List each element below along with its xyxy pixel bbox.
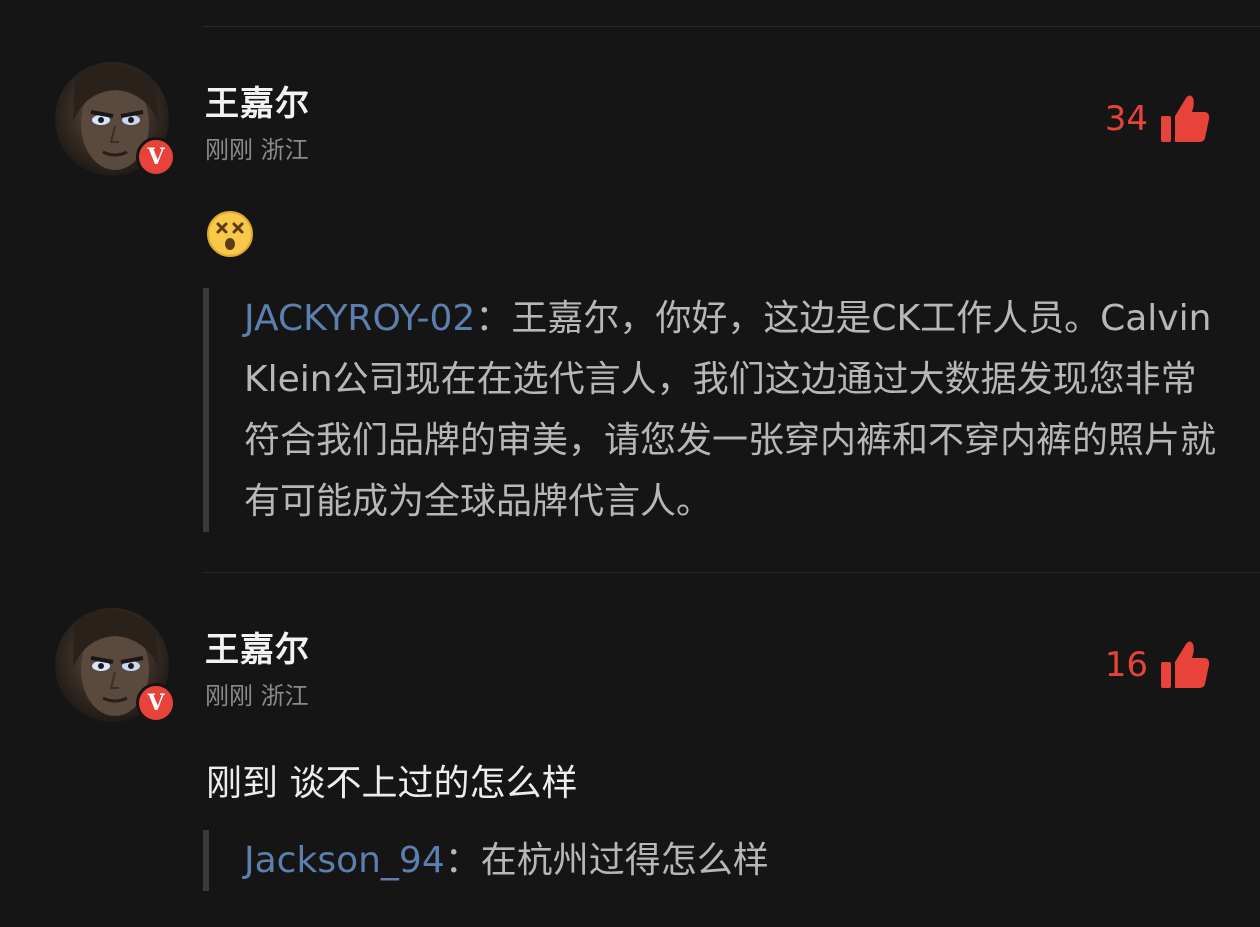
- thumbs-up-icon: [1160, 94, 1210, 144]
- comment-location: 浙江: [260, 682, 309, 710]
- verified-v-badge: V: [136, 137, 176, 177]
- comment-meta: 刚刚 浙江: [205, 676, 309, 711]
- comment-divider: [203, 572, 1260, 573]
- username[interactable]: 王嘉尔: [205, 622, 310, 671]
- like-button[interactable]: 16: [1105, 640, 1210, 690]
- thumbs-up-icon: [1160, 640, 1210, 690]
- comment-body: 刚到 谈不上过的怎么样: [206, 763, 578, 804]
- comment-time: 刚刚: [205, 136, 253, 164]
- verified-v-badge: V: [136, 683, 176, 723]
- like-count: 34: [1104, 99, 1148, 139]
- like-button[interactable]: 34: [1105, 94, 1210, 144]
- dizzy-face-emoji: [206, 210, 254, 258]
- quoted-comment[interactable]: JACKYROY-02：王嘉尔，你好，这边是CK工作人员。Calvin Klei…: [203, 288, 1224, 532]
- comment-time: 刚刚: [205, 682, 253, 710]
- like-count: 16: [1104, 645, 1148, 685]
- quoted-comment[interactable]: Jackson_94：在杭州过得怎么样: [203, 830, 1224, 891]
- quote-separator: ：: [444, 840, 481, 881]
- top-divider: [203, 26, 1260, 27]
- comment-meta: 刚刚 浙江: [205, 130, 309, 165]
- username[interactable]: 王嘉尔: [205, 76, 310, 125]
- quote-separator: ：: [475, 298, 512, 339]
- quoted-username[interactable]: JACKYROY-02: [244, 298, 475, 339]
- quoted-username[interactable]: Jackson_94: [244, 840, 445, 881]
- comment-location: 浙江: [260, 136, 309, 164]
- quoted-text: 在杭州过得怎么样: [480, 840, 769, 881]
